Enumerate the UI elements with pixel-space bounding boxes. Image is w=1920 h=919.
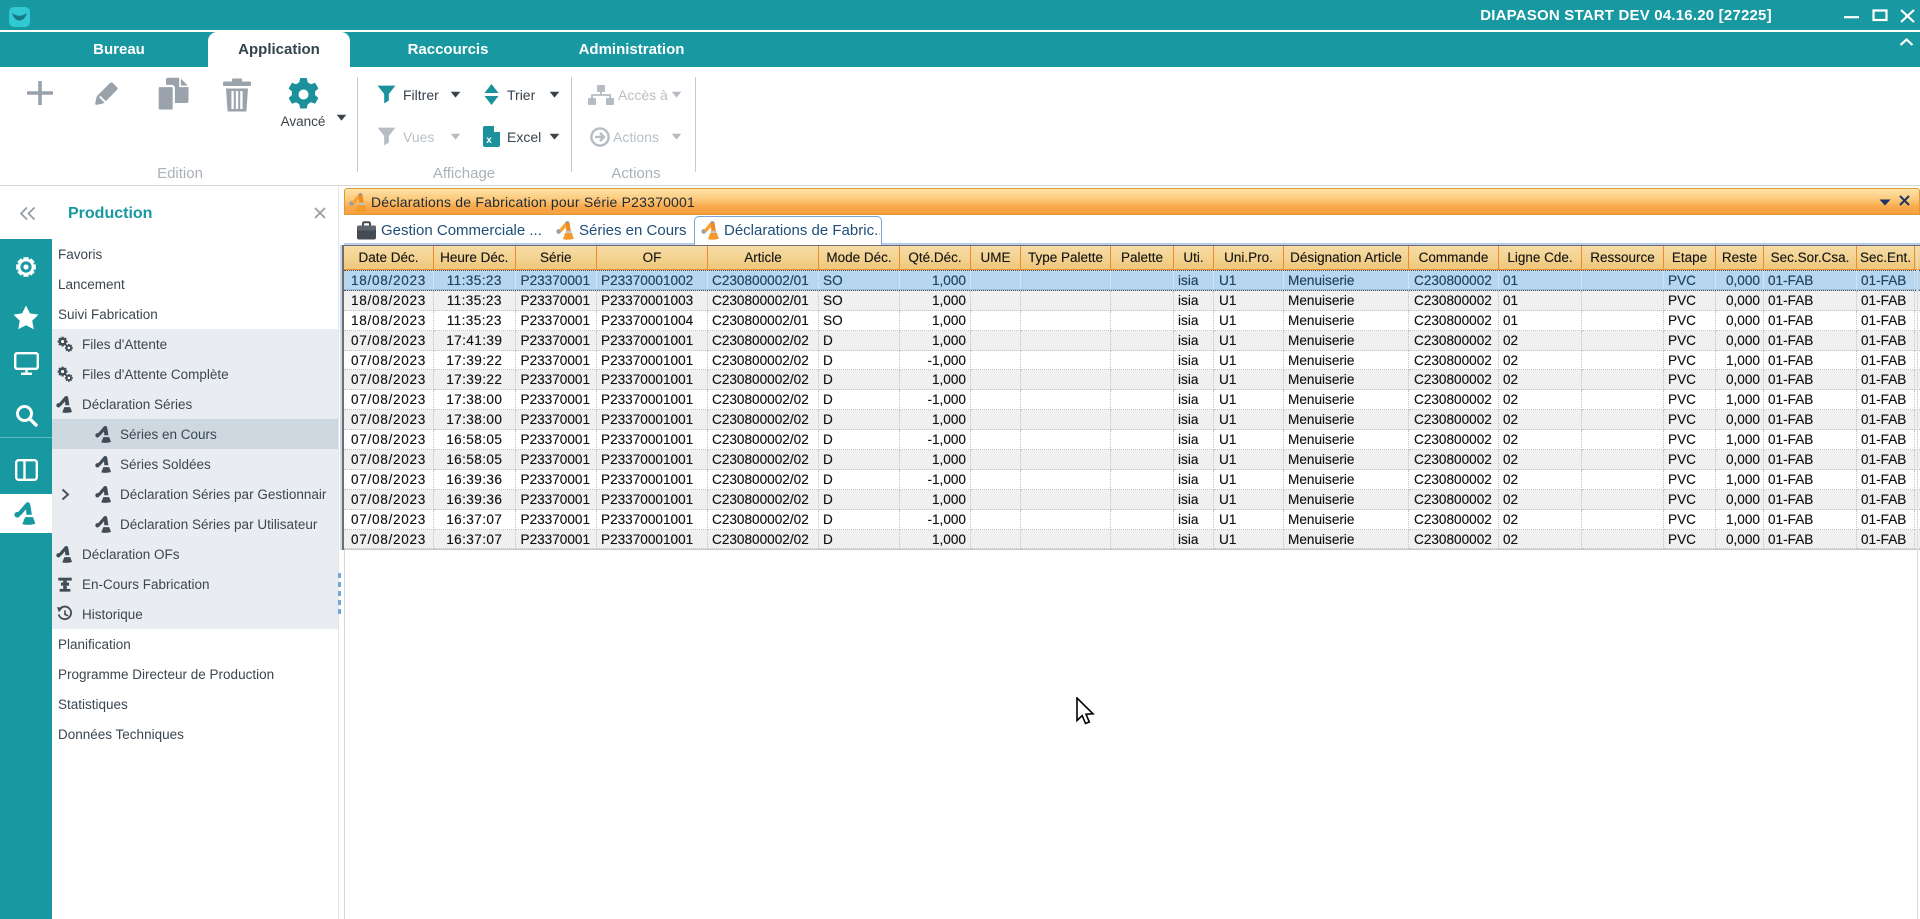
- svg-text:x: x: [486, 135, 492, 146]
